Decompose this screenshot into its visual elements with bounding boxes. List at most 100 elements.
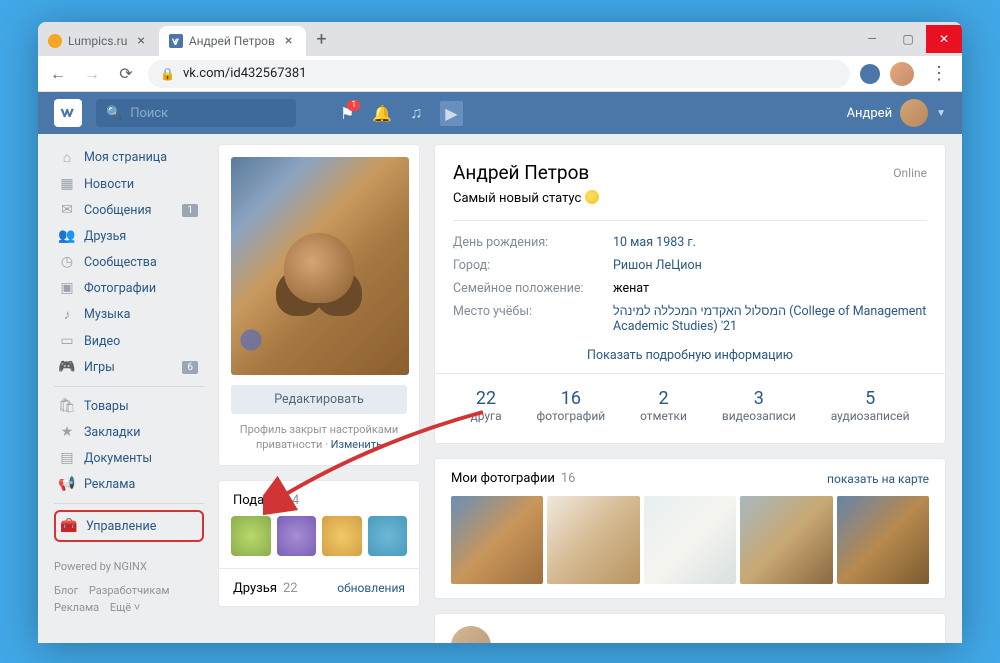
ads-icon: 📢 bbox=[58, 476, 76, 492]
footer-link-more[interactable]: Ещё ˅ bbox=[110, 601, 140, 614]
stat-videos[interactable]: 3видеозаписи bbox=[722, 388, 796, 423]
gift-item[interactable] bbox=[368, 516, 408, 556]
badge: 1 bbox=[182, 204, 198, 217]
address-bar: ← → ⟳ 🔒 vk.com/id432567381 ⋮ bbox=[38, 56, 962, 92]
stat-friends[interactable]: 22друга bbox=[470, 388, 501, 423]
profile-status[interactable]: Самый новый статус bbox=[453, 190, 927, 206]
profile-column: Редактировать Профиль закрыт настройками… bbox=[218, 144, 420, 643]
music-icon[interactable]: ♫ bbox=[410, 103, 422, 123]
sidebar-item-bookmarks[interactable]: ★Закладки bbox=[54, 419, 204, 445]
star-icon: ★ bbox=[58, 424, 76, 440]
footer-link-blog[interactable]: Блог bbox=[54, 584, 78, 597]
friend-avatar[interactable] bbox=[451, 626, 491, 643]
gift-item[interactable] bbox=[277, 516, 317, 556]
sidebar-item-photos[interactable]: ▣Фотографии bbox=[54, 275, 204, 301]
tab-lumpics[interactable]: Lumpics.ru × bbox=[38, 26, 159, 56]
sidebar-item-games[interactable]: 🎮Игры6 bbox=[54, 354, 204, 380]
photo-thumb[interactable] bbox=[451, 496, 543, 584]
privacy-change-link[interactable]: Изменить bbox=[331, 438, 382, 451]
gifts-header[interactable]: Подарки4 bbox=[219, 481, 419, 516]
stats-row: 22друга 16фотографий 2отметки 3видеозапи… bbox=[453, 374, 927, 427]
maximize-button[interactable]: ▢ bbox=[890, 25, 926, 53]
photo-thumb[interactable] bbox=[837, 496, 929, 584]
vk-page: 🔍 Поиск ⚑1 🔔 ♫ ▶ Андрей ▼ ⌂Моя страница … bbox=[38, 92, 962, 643]
stat-tags[interactable]: 2отметки bbox=[640, 388, 687, 423]
favicon-lumpics bbox=[48, 34, 62, 48]
photos-icon: ▣ bbox=[58, 280, 76, 296]
online-status: Online bbox=[893, 166, 927, 180]
vk-header: 🔍 Поиск ⚑1 🔔 ♫ ▶ Андрей ▼ bbox=[38, 92, 962, 134]
photos-title[interactable]: Мои фотографии bbox=[451, 471, 555, 486]
tab-vk-profile[interactable]: Андрей Петров × bbox=[159, 26, 307, 56]
close-icon[interactable]: × bbox=[133, 33, 148, 49]
stat-photos[interactable]: 16фотографий bbox=[537, 388, 606, 423]
sidebar-item-video[interactable]: ▭Видео bbox=[54, 328, 204, 354]
info-value[interactable]: Ришон ЛеЦион bbox=[613, 258, 927, 273]
sidebar-item-music[interactable]: ♪Музыка bbox=[54, 301, 204, 328]
lock-icon: 🔒 bbox=[160, 67, 175, 81]
vk-extension-icon[interactable] bbox=[860, 64, 880, 84]
friends-header[interactable]: Друзья22обновления bbox=[219, 568, 419, 606]
footer-link-dev[interactable]: Разработчикам bbox=[89, 584, 170, 597]
sidebar-item-market[interactable]: 🛍Товары bbox=[54, 393, 204, 419]
friends-updates-link[interactable]: обновления bbox=[337, 581, 405, 595]
sidebar-item-manage[interactable]: 🧰Управление bbox=[54, 510, 204, 542]
gift-item[interactable] bbox=[322, 516, 362, 556]
info-row-birthday: День рождения:10 мая 1983 г. bbox=[453, 231, 927, 254]
sidebar-item-news[interactable]: ▦Новости bbox=[54, 171, 204, 197]
photo-thumb[interactable] bbox=[740, 496, 832, 584]
show-on-map-link[interactable]: показать на карте bbox=[827, 472, 929, 486]
url-field[interactable]: 🔒 vk.com/id432567381 bbox=[148, 60, 850, 88]
friends-preview-card bbox=[434, 613, 946, 643]
search-input[interactable]: 🔍 Поиск bbox=[96, 99, 296, 127]
gifts-card: Подарки4 Друзья22обновления bbox=[218, 480, 420, 607]
gift-item[interactable] bbox=[231, 516, 271, 556]
divider bbox=[54, 503, 204, 504]
close-window-button[interactable]: ✕ bbox=[926, 25, 962, 53]
play-icon[interactable]: ▶ bbox=[440, 101, 462, 126]
music-icon: ♪ bbox=[58, 306, 76, 323]
sidebar-item-groups[interactable]: ◷Сообщества bbox=[54, 249, 204, 275]
vk-logo[interactable] bbox=[54, 99, 82, 127]
footer-link-ads[interactable]: Реклама bbox=[54, 601, 99, 614]
favicon-vk bbox=[169, 34, 183, 48]
notifications-icon[interactable]: 🔔 bbox=[372, 104, 392, 123]
photo-thumb[interactable] bbox=[644, 496, 736, 584]
divider bbox=[54, 386, 204, 387]
sidebar-item-messages[interactable]: ✉Сообщения1 bbox=[54, 197, 204, 223]
sidebar-item-friends[interactable]: 👥Друзья bbox=[54, 223, 204, 249]
profile-photo[interactable] bbox=[231, 157, 409, 375]
info-value[interactable]: 10 мая 1983 г. bbox=[613, 235, 927, 250]
badge: 6 bbox=[182, 361, 198, 374]
show-more-link[interactable]: Показать подробную информацию bbox=[453, 348, 927, 363]
notifications2-icon[interactable]: ⚑1 bbox=[340, 104, 354, 123]
top-icons: ⚑1 🔔 ♫ ▶ bbox=[340, 101, 463, 126]
message-icon: ✉ bbox=[58, 202, 76, 218]
vk-body: ⌂Моя страница ▦Новости ✉Сообщения1 👥Друз… bbox=[38, 134, 962, 643]
back-button[interactable]: ← bbox=[46, 64, 70, 84]
friends-icon: 👥 bbox=[58, 228, 76, 244]
profile-name: Андрей Петров bbox=[453, 161, 589, 184]
photos-count: 16 bbox=[561, 471, 576, 486]
chrome-profile-avatar[interactable] bbox=[890, 62, 914, 86]
search-placeholder: Поиск bbox=[130, 106, 168, 121]
groups-icon: ◷ bbox=[58, 254, 76, 270]
market-icon: 🛍 bbox=[58, 398, 76, 414]
minimize-button[interactable]: — bbox=[854, 25, 890, 53]
sidebar-item-ads[interactable]: 📢Реклама bbox=[54, 471, 204, 497]
main-column: Андрей Петров Online Самый новый статус … bbox=[434, 144, 946, 643]
forward-button[interactable]: → bbox=[80, 64, 104, 84]
edit-button[interactable]: Редактировать bbox=[231, 385, 407, 414]
user-menu[interactable]: Андрей ▼ bbox=[847, 99, 946, 127]
stat-audio[interactable]: 5аудиозаписей bbox=[831, 388, 910, 423]
photo-thumb[interactable] bbox=[547, 496, 639, 584]
docs-icon: ▤ bbox=[58, 450, 76, 466]
reload-button[interactable]: ⟳ bbox=[114, 64, 138, 83]
profile-header-card: Андрей Петров Online Самый новый статус … bbox=[434, 144, 946, 444]
sidebar-item-docs[interactable]: ▤Документы bbox=[54, 445, 204, 471]
close-icon[interactable]: × bbox=[281, 33, 296, 49]
new-tab-button[interactable]: + bbox=[306, 29, 336, 50]
chrome-menu-button[interactable]: ⋮ bbox=[924, 63, 954, 84]
sidebar-item-mypage[interactable]: ⌂Моя страница bbox=[54, 144, 204, 171]
info-value[interactable]: המסלול האקדמי המכללה למינהל (College of … bbox=[613, 304, 927, 334]
